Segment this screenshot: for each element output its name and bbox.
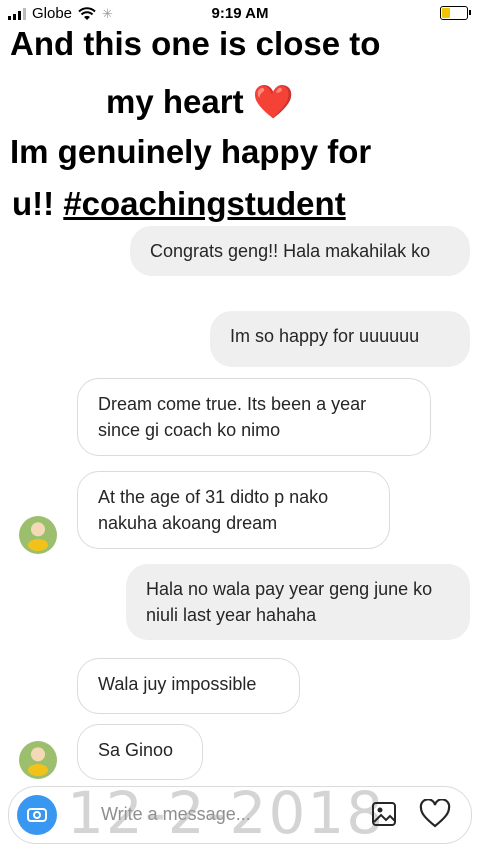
status-time: 9:19 AM (211, 5, 269, 22)
avatar[interactable] (19, 516, 57, 554)
message-text: Hala no wala pay year geng june ko niuli… (146, 579, 433, 625)
avatar-sunflower-icon (28, 539, 48, 551)
story-line-2: my heart ❤️ (96, 80, 304, 124)
story-line-1: And this one is close to (0, 22, 391, 66)
message-bubble-outgoing[interactable]: Hala no wala pay year geng june ko niuli… (126, 564, 470, 640)
heart-icon[interactable] (419, 799, 451, 829)
story-line-3: Im genuinely happy for (0, 130, 382, 174)
message-text: Dream come true. Its been a year since g… (98, 394, 367, 440)
story-line-4-prefix: u!! (12, 185, 55, 222)
avatar[interactable] (19, 741, 57, 779)
message-composer: Write a message... 12-2-2018 (8, 779, 472, 847)
avatar-sunflower-icon (28, 764, 48, 776)
battery-icon (440, 6, 471, 20)
message-bubble-incoming[interactable]: Dream come true. Its been a year since g… (77, 378, 431, 456)
message-text: At the age of 31 didto p nako nakuha ako… (98, 487, 329, 533)
status-right (440, 6, 471, 20)
message-bubble-incoming[interactable]: At the age of 31 didto p nako nakuha ako… (77, 471, 390, 549)
message-bubble-outgoing[interactable]: Congrats geng!! Hala makahilak ko (130, 226, 470, 276)
gallery-icon[interactable] (371, 801, 397, 827)
message-bubble-outgoing[interactable]: Im so happy for uuuuuu (210, 311, 470, 367)
heart-emoji-icon: ❤️ (252, 83, 294, 120)
date-watermark: 12-2-2018 (67, 779, 386, 847)
message-text: Wala juy impossible (98, 674, 257, 694)
camera-lens-icon (33, 811, 41, 819)
message-text: Im so happy for uuuuuu (230, 326, 420, 346)
hashtag: #coachingstudent (63, 185, 346, 222)
camera-button[interactable] (17, 795, 57, 835)
message-bubble-incoming[interactable]: Sa Ginoo (77, 724, 203, 780)
story-line-2-text: my heart (106, 83, 244, 120)
message-bubble-incoming[interactable]: Wala juy impossible (77, 658, 300, 714)
message-text: Congrats geng!! Hala makahilak ko (150, 241, 431, 261)
message-text: Sa Ginoo (98, 740, 174, 760)
story-line-4: u!! #coachingstudent (2, 182, 356, 226)
